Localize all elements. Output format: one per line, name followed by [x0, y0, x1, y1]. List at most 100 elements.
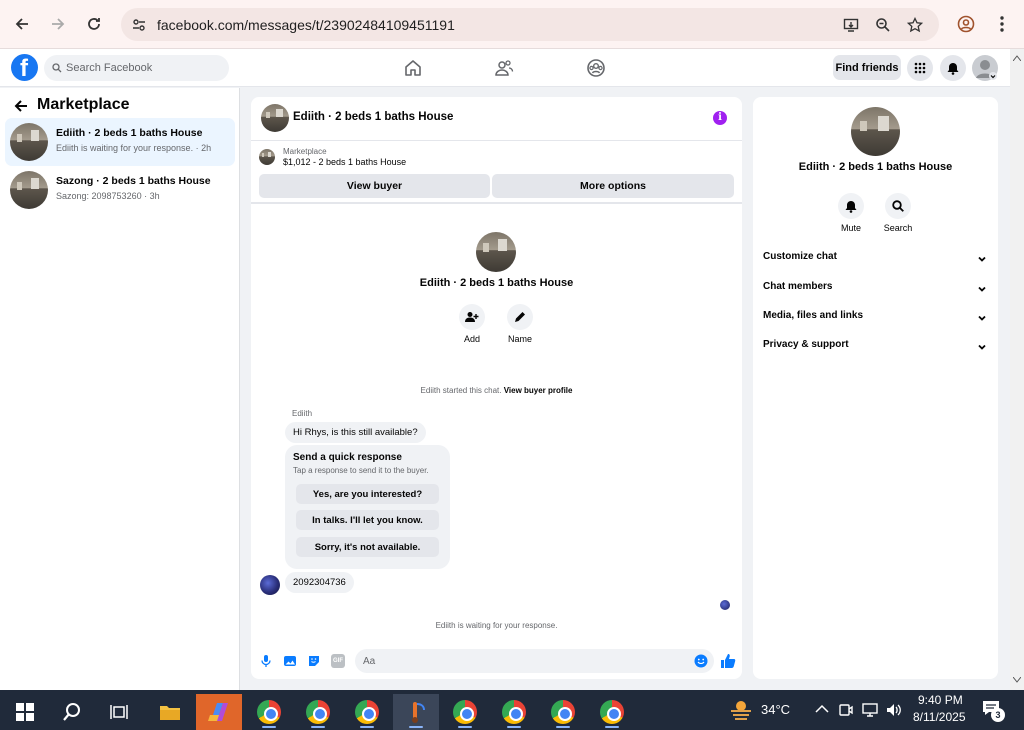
chrome-icon — [355, 700, 379, 724]
waiting-notice: Ediith is waiting for your response. — [435, 621, 558, 630]
chat-intro-title: Ediith · 2 beds 1 baths House — [419, 277, 574, 289]
search-input[interactable] — [66, 55, 226, 81]
back-button[interactable] — [9, 11, 35, 37]
chrome-taskbar-button[interactable] — [442, 694, 488, 730]
profile-icon[interactable] — [953, 11, 979, 37]
site-settings-icon[interactable] — [129, 15, 149, 35]
seen-indicator — [720, 600, 730, 610]
chat-members-section[interactable]: Chat members — [763, 281, 988, 301]
chrome-icon — [502, 700, 526, 724]
mute-action[interactable]: Mute — [826, 193, 876, 233]
search-icon — [52, 63, 62, 73]
clock-date[interactable]: 8/11/2025 — [913, 710, 966, 724]
taskbar-search-button[interactable] — [49, 694, 95, 730]
facebook-logo-icon[interactable]: f — [11, 54, 38, 82]
privacy-support-section[interactable]: Privacy & support — [763, 339, 988, 359]
meet-now-icon[interactable] — [839, 702, 853, 718]
notifications-bell-icon[interactable] — [940, 55, 966, 81]
photo-icon[interactable] — [283, 654, 297, 668]
bookmark-star-icon[interactable] — [905, 15, 925, 35]
forward-button[interactable] — [45, 11, 71, 37]
url-text[interactable]: facebook.com/messages/t/2390248410945119… — [157, 17, 455, 33]
gif-icon[interactable]: GIF — [331, 654, 345, 668]
weather-icon[interactable] — [729, 698, 753, 720]
name-label: Name — [507, 334, 532, 344]
chrome-taskbar-button[interactable] — [295, 694, 341, 730]
notification-center-button[interactable]: 3 — [982, 700, 1005, 722]
chrome-taskbar-button[interactable] — [589, 694, 635, 730]
home-icon[interactable] — [403, 58, 423, 78]
install-app-icon[interactable] — [841, 15, 861, 35]
back-arrow-icon[interactable] — [13, 98, 29, 114]
app-icon — [412, 702, 425, 723]
start-button[interactable] — [2, 694, 48, 730]
chrome-taskbar-button[interactable] — [540, 694, 586, 730]
section-label: Media, files and links — [763, 310, 864, 321]
volume-icon[interactable] — [886, 702, 902, 718]
microphone-icon[interactable] — [259, 654, 273, 668]
sent-message[interactable]: 2092304736 — [285, 572, 354, 593]
find-friends-button[interactable]: Find friends — [833, 55, 901, 80]
conversation-name: Ediith · 2 beds 1 baths House — [56, 127, 203, 139]
like-thumb-icon[interactable] — [720, 653, 736, 669]
quick-reply-button[interactable]: In talks. I'll let you know. — [296, 510, 439, 530]
browser-toolbar: facebook.com/messages/t/2390248410945119… — [0, 0, 1024, 49]
menu-grid-icon[interactable] — [907, 55, 933, 81]
media-files-links-section[interactable]: Media, files and links — [763, 310, 988, 330]
sticker-icon[interactable] — [307, 654, 321, 668]
chrome-taskbar-button[interactable] — [246, 694, 292, 730]
facebook-header: f Find friends — [0, 49, 1010, 87]
sender-name: Ediith — [292, 409, 313, 418]
file-explorer-button[interactable] — [147, 694, 193, 730]
chevron-down-icon — [978, 256, 986, 262]
zoom-icon[interactable] — [873, 15, 893, 35]
chat-avatar[interactable] — [261, 104, 289, 132]
view-buyer-button[interactable]: View buyer — [259, 174, 490, 198]
emoji-icon[interactable] — [694, 654, 708, 668]
account-avatar[interactable] — [972, 55, 998, 81]
chrome-taskbar-button[interactable] — [344, 694, 390, 730]
incoming-message[interactable]: Hi Rhys, is this still available? — [285, 422, 426, 443]
quick-response-subtitle: Tap a response to send it to the buyer. — [293, 466, 429, 475]
task-view-icon — [110, 705, 128, 719]
search-action[interactable]: Search — [873, 193, 923, 233]
network-icon[interactable] — [862, 702, 880, 718]
add-label: Add — [463, 334, 480, 344]
view-buyer-profile-link[interactable]: View buyer profile — [504, 386, 573, 395]
chat-title[interactable]: Ediith · 2 beds 1 baths House — [293, 111, 453, 123]
message-composer: GIF — [251, 645, 742, 679]
chevron-up-icon[interactable] — [815, 704, 829, 714]
add-action[interactable]: Add — [447, 304, 497, 344]
conversation-item[interactable]: Ediith · 2 beds 1 baths House Ediith is … — [5, 118, 235, 166]
chrome-taskbar-button[interactable] — [491, 694, 537, 730]
chat-header: Ediith · 2 beds 1 baths House i — [251, 97, 742, 141]
more-options-button[interactable]: More options — [492, 174, 734, 198]
page-scrollbar[interactable] — [1010, 49, 1024, 690]
section-label: Customize chat — [763, 251, 837, 262]
task-view-button[interactable] — [96, 694, 142, 730]
customize-chat-section[interactable]: Customize chat — [763, 251, 988, 271]
message-input-wrapper[interactable] — [355, 649, 714, 673]
app-taskbar-button[interactable] — [393, 694, 439, 730]
friends-icon[interactable] — [494, 58, 514, 78]
reload-button[interactable] — [81, 11, 107, 37]
info-icon[interactable]: i — [713, 111, 727, 125]
listing-price-title[interactable]: $1,012 - 2 beds 1 baths House — [283, 157, 406, 167]
clock-time[interactable]: 9:40 PM — [918, 693, 963, 707]
name-action[interactable]: Name — [495, 304, 545, 344]
facebook-search[interactable] — [44, 55, 229, 81]
message-input[interactable] — [363, 649, 683, 673]
address-bar[interactable]: facebook.com/messages/t/2390248410945119… — [121, 8, 939, 41]
copilot-button[interactable] — [196, 694, 242, 730]
conversation-item[interactable]: Sazong · 2 beds 1 baths House Sazong: 20… — [5, 166, 235, 214]
bell-icon — [845, 200, 857, 213]
browser-menu-icon[interactable] — [989, 11, 1015, 37]
quick-reply-button[interactable]: Yes, are you interested? — [296, 484, 439, 504]
marketplace-sidebar: Marketplace Ediith · 2 beds 1 baths Hous… — [0, 88, 240, 690]
search-icon — [892, 200, 904, 212]
groups-icon[interactable] — [586, 58, 606, 78]
quick-reply-button[interactable]: Sorry, it's not available. — [296, 537, 439, 557]
search-icon — [63, 703, 80, 721]
weather-temperature[interactable]: 34°C — [761, 702, 790, 717]
pencil-icon — [515, 312, 525, 322]
